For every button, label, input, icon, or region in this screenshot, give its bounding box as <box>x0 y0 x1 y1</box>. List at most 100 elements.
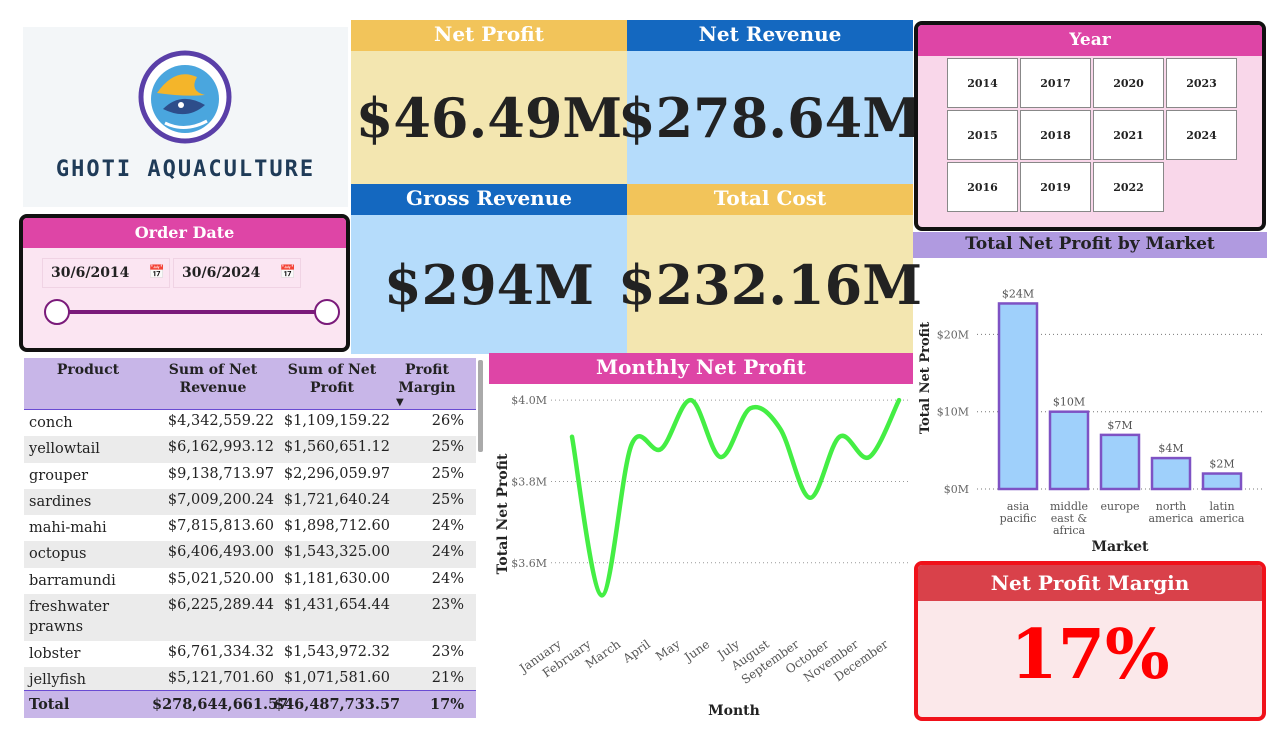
col-header-product[interactable]: Product <box>24 358 152 409</box>
table-scrollbar[interactable] <box>478 360 483 452</box>
cell-net-profit: $1,109,159.22 <box>283 413 390 429</box>
x-tick-label: pacific <box>1000 512 1037 525</box>
calendar-icon[interactable]: 📅 <box>149 259 165 287</box>
monthly-net-profit-title: Monthly Net Profit <box>489 353 913 384</box>
cell-net-profit: $1,898,712.60 <box>283 518 390 535</box>
total-label: Total <box>29 696 70 713</box>
x-axis-title: Market <box>1091 539 1149 555</box>
total-profit-margin: 17% <box>430 696 464 713</box>
cell-profit-margin: 23% <box>431 644 464 661</box>
cell-net-revenue: $9,138,713.97 <box>167 465 274 482</box>
date-range-start-handle[interactable] <box>44 299 70 325</box>
market-chart-title: Total Net Profit by Market <box>913 232 1267 258</box>
order-date-title: Order Date <box>23 218 346 248</box>
cell-net-revenue: $6,162,993.12 <box>167 439 274 456</box>
market-bar[interactable] <box>1201 472 1243 491</box>
x-tick-label: america <box>1149 512 1194 525</box>
net-profit-margin-value: 17% <box>1010 615 1170 695</box>
year-button[interactable]: 2024 <box>1166 110 1237 160</box>
cell-profit-margin: 23% <box>431 597 464 614</box>
x-tick-label: africa <box>1053 524 1086 537</box>
table-total-row: Total $278,644,661.57 $46,487,733.57 17% <box>24 690 476 718</box>
market-bar[interactable] <box>1150 456 1192 491</box>
net-profit-card: Net Profit $46.49M <box>351 20 627 184</box>
x-tick-label: america <box>1200 512 1245 525</box>
cell-net-profit: $1,431,654.44 <box>283 597 390 614</box>
cell-profit-margin: 25% <box>431 439 464 456</box>
gross-revenue-value: $294M <box>351 215 627 354</box>
table-row[interactable]: grouper $9,138,713.97 $2,296,059.97 25% <box>24 463 476 489</box>
net-profit-line[interactable] <box>569 397 902 598</box>
monthly-net-profit-chart: $3.6M$3.8M$4.0MJanuaryFebruaryMarchApril… <box>495 394 909 719</box>
fish-logo-icon <box>138 50 232 144</box>
year-button[interactable]: 2018 <box>1020 110 1091 160</box>
cell-product: jellyfish <box>29 672 86 689</box>
y-axis-title: Total Net Profit <box>918 322 933 434</box>
year-button[interactable]: 2020 <box>1093 58 1164 108</box>
market-bar[interactable] <box>1048 410 1090 491</box>
net-profit-margin-label: Net Profit Margin <box>918 565 1262 601</box>
table-body: conch $4,342,559.22 $1,109,159.22 26% yellow… <box>24 410 476 694</box>
cell-net-profit: $1,560,651.12 <box>283 439 390 456</box>
cell-product: lobster <box>29 646 81 663</box>
year-button[interactable]: 2014 <box>947 58 1018 108</box>
cell-net-profit: $1,181,630.00 <box>283 570 390 587</box>
start-date-input[interactable]: 30/6/2014 📅 <box>42 258 170 288</box>
cell-profit-margin: 24% <box>431 544 464 561</box>
year-button[interactable]: 2019 <box>1020 162 1091 212</box>
calendar-icon[interactable]: 📅 <box>280 259 296 287</box>
market-bar[interactable] <box>997 302 1039 491</box>
end-date-input[interactable]: 30/6/2024 📅 <box>173 258 301 288</box>
year-button[interactable]: 2015 <box>947 110 1018 160</box>
cell-product: barramundi <box>29 572 116 589</box>
cell-net-profit: $2,296,059.97 <box>283 465 390 482</box>
col-header-net-profit[interactable]: Sum of Net Profit <box>274 358 390 409</box>
x-tick-label: May <box>653 637 683 664</box>
cell-net-revenue: $6,225,289.44 <box>167 597 274 614</box>
data-label: $10M <box>1053 396 1085 409</box>
table-row[interactable]: yellowtail $6,162,993.12 $1,560,651.12 25% <box>24 436 476 463</box>
table-row[interactable]: octopus $6,406,493.00 $1,543,325.00 24% <box>24 541 476 568</box>
y-tick-label: $3.8M <box>511 475 547 488</box>
data-label: $2M <box>1209 458 1234 471</box>
y-tick-label: $20M <box>937 328 969 341</box>
gross-revenue-card: Gross Revenue $294M <box>351 184 627 354</box>
logo-text: GHOTI AQUACULTURE <box>55 157 316 182</box>
cell-net-revenue: $4,342,559.22 <box>167 413 274 429</box>
year-button[interactable]: 2023 <box>1166 58 1237 108</box>
year-button[interactable]: 2017 <box>1020 58 1091 108</box>
year-button[interactable]: 2021 <box>1093 110 1164 160</box>
net-profit-margin-card: Net Profit Margin 17% <box>914 561 1266 721</box>
cell-profit-margin: 25% <box>431 465 464 482</box>
market-bar[interactable] <box>1099 433 1141 491</box>
date-range-track[interactable] <box>58 310 326 314</box>
sort-desc-icon[interactable]: ▼ <box>396 394 404 412</box>
data-label: $24M <box>1002 287 1034 300</box>
x-tick-label: June <box>680 637 712 665</box>
total-cost-card: Total Cost $232.16M <box>618 184 922 354</box>
table-row[interactable]: barramundi $5,021,520.00 $1,181,630.00 24% <box>24 568 476 594</box>
col-header-net-revenue[interactable]: Sum of Net Revenue <box>152 358 274 409</box>
total-net-profit: $46,487,733.57 <box>274 696 401 713</box>
net-revenue-value: $278.64M <box>618 51 922 184</box>
cell-net-revenue: $6,761,334.32 <box>167 644 274 661</box>
cell-net-profit: $1,543,972.32 <box>283 644 390 661</box>
start-date-value: 30/6/2014 <box>51 265 130 281</box>
table-row[interactable]: sardines $7,009,200.24 $1,721,640.24 25% <box>24 488 476 516</box>
year-button[interactable]: 2016 <box>947 162 1018 212</box>
data-label: $4M <box>1158 442 1183 455</box>
table-row[interactable]: lobster $6,761,334.32 $1,543,972.32 23% <box>24 641 476 667</box>
col-header-profit-margin[interactable]: Profit Margin ▼ <box>390 358 470 409</box>
year-button[interactable]: 2022 <box>1093 162 1164 212</box>
table-row[interactable]: freshwater prawns $6,225,289.44 $1,431,654… <box>24 594 476 642</box>
cell-net-profit: $1,071,581.60 <box>283 670 390 687</box>
market-net-profit-chart: $0M$10M$20M$24Masiapacific$10Mmiddleeast… <box>918 287 1263 555</box>
cell-net-revenue: $6,406,493.00 <box>167 544 274 561</box>
table-row[interactable]: conch $4,342,559.22 $1,109,159.22 26% <box>24 410 476 436</box>
total-cost-label: Total Cost <box>627 184 913 215</box>
cell-net-profit: $1,543,325.00 <box>283 544 390 561</box>
total-net-revenue: $278,644,661.57 <box>152 696 289 713</box>
date-range-end-handle[interactable] <box>314 299 340 325</box>
table-row[interactable]: mahi-mahi $7,815,813.60 $1,898,712.60 24% <box>24 515 476 541</box>
x-axis-title: Month <box>708 703 760 719</box>
